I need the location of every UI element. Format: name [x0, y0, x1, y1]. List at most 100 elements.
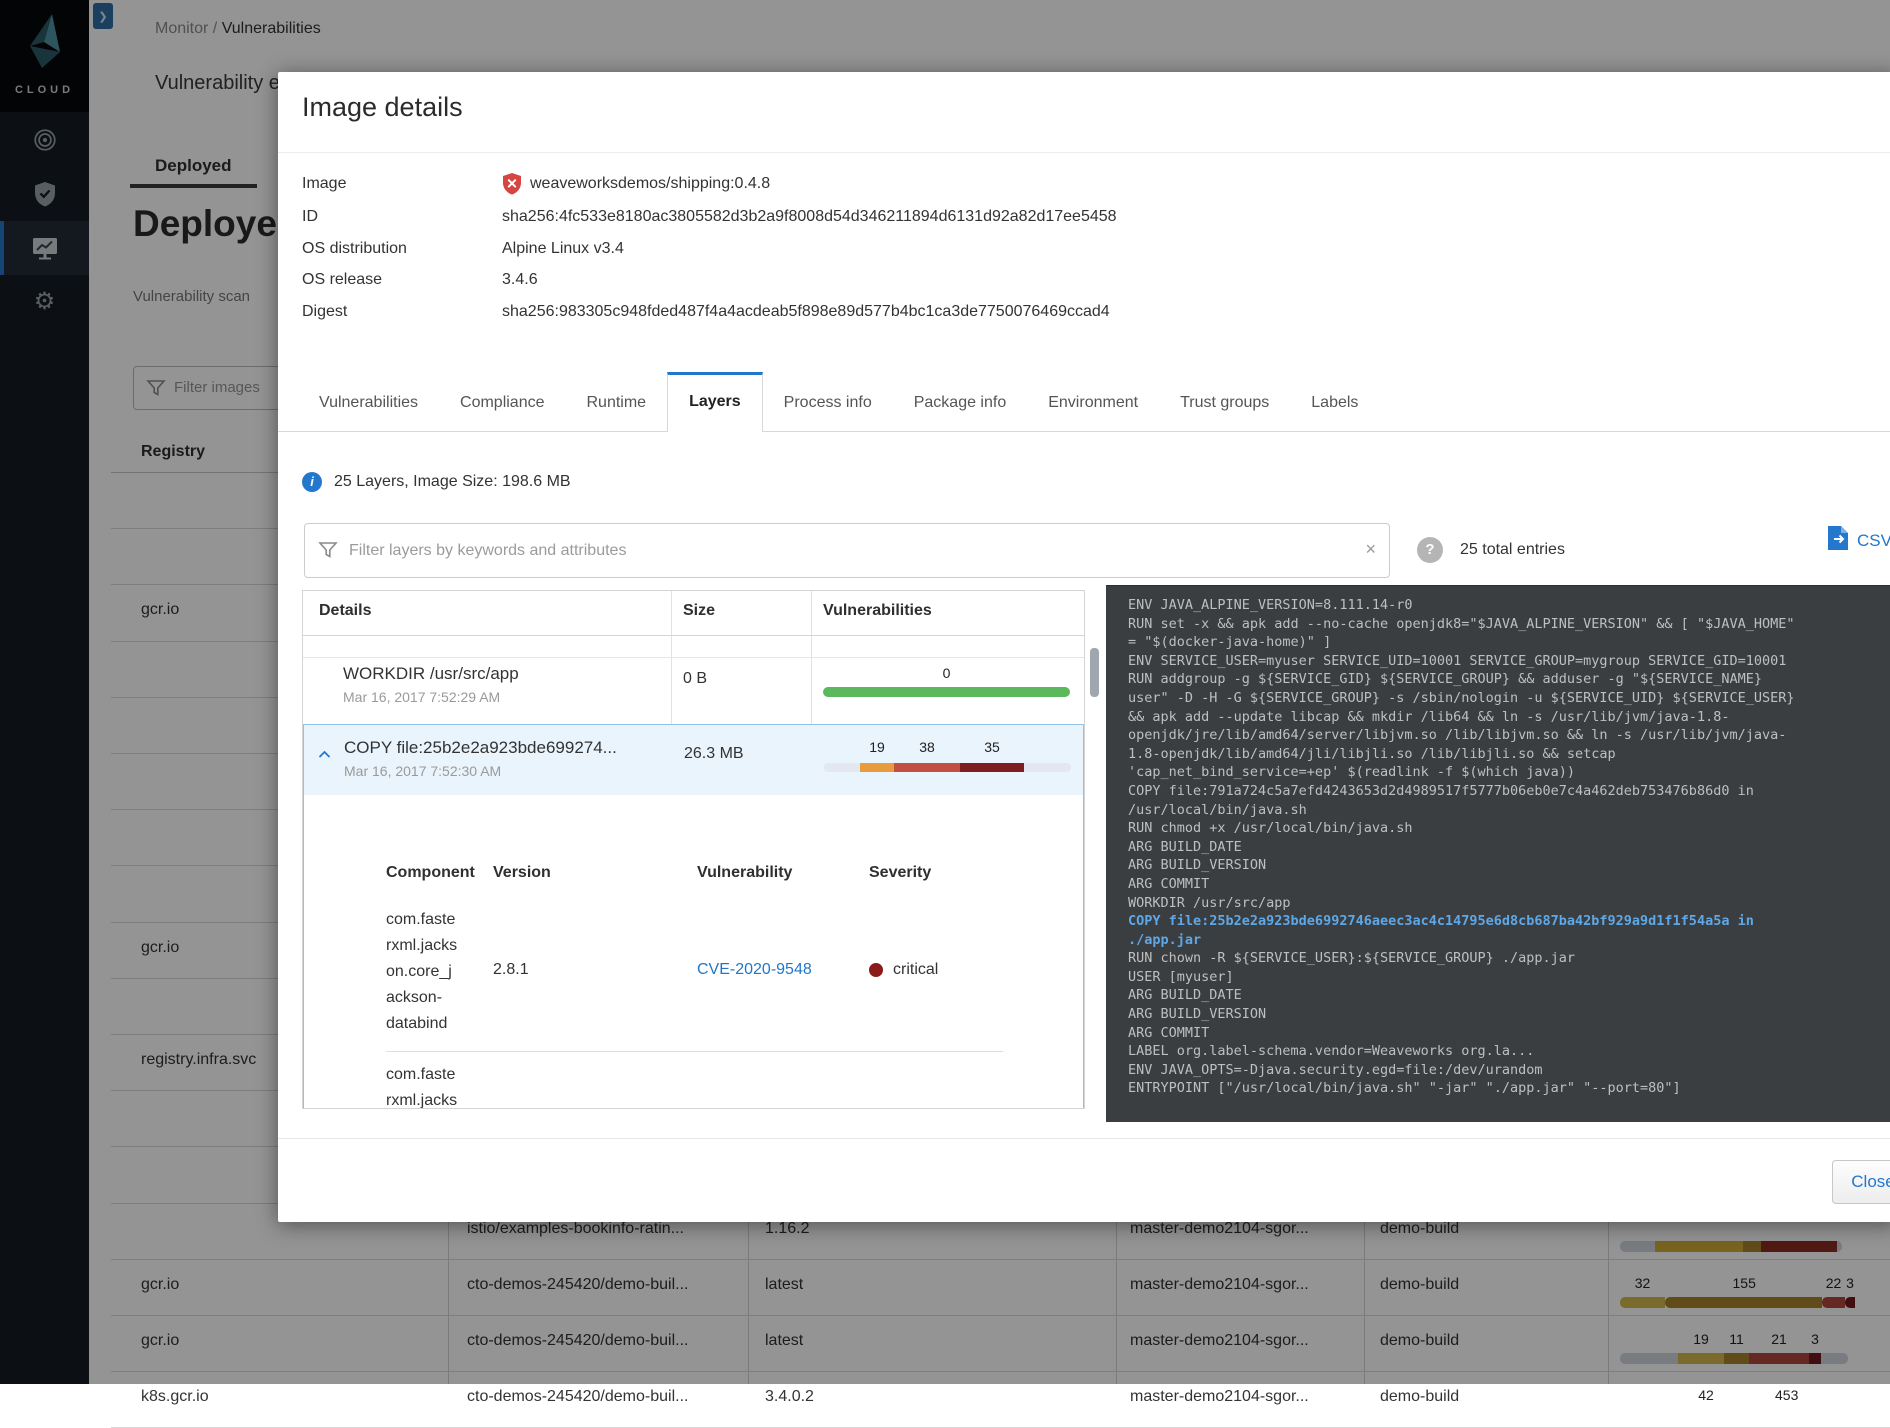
dockerfile-panel: ENV JAVA_ALPINE_VERSION=8.111.14-r0RUN s… — [1106, 585, 1890, 1122]
component-name-line: com.faste — [386, 907, 496, 933]
dockerfile-line: COPY file:791a724c5a7efd4243653d2d498951… — [1128, 782, 1890, 801]
help-icon[interactable]: ? — [1417, 537, 1443, 563]
filter-layers-field: × — [304, 523, 1390, 578]
tab-labels[interactable]: Labels — [1290, 375, 1379, 431]
cell-cluster: master-demo2104-sgor... — [1130, 1388, 1309, 1406]
tab-vulnerabilities[interactable]: Vulnerabilities — [298, 375, 439, 431]
component-name-line: ackson- — [386, 985, 496, 1011]
dockerfile-line: RUN addgroup -g ${SERVICE_GID} ${SERVICE… — [1128, 670, 1890, 689]
total-entries-label: 25 total entries — [1460, 541, 1565, 559]
field-label: Digest — [302, 303, 347, 321]
chevron-up-icon[interactable] — [318, 746, 331, 764]
dockerfile-line: 1.8-openjdk/lib/amd64/jli/libjli.so /lib… — [1128, 745, 1890, 764]
component-name: com.fasterxml.jackson.core_jackson-datab… — [386, 907, 496, 1037]
close-button[interactable]: Close — [1832, 1160, 1890, 1204]
dockerfile-line: WORKDIR /usr/src/app — [1128, 894, 1890, 913]
dockerfile-line: USER [myuser] — [1128, 968, 1890, 987]
clear-filter-icon[interactable]: × — [1365, 539, 1376, 560]
dockerfile-line: ARG COMMIT — [1128, 875, 1890, 894]
vuln-count: 19 — [866, 739, 888, 755]
modal-tab-bar: VulnerabilitiesComplianceRuntimeLayersPr… — [278, 375, 1890, 432]
vuln-bar-clean — [823, 687, 1070, 697]
dockerfile-line: user" -D -H -G ${SERVICE_GROUP} -s /sbin… — [1128, 689, 1890, 708]
column-header-component: Component — [386, 864, 475, 882]
dockerfile-line: ARG COMMIT — [1128, 1024, 1890, 1043]
field-value: weaveworksdemos/shipping:0.4.8 — [530, 175, 770, 193]
severity-label: critical — [893, 961, 938, 979]
layers-table: Details Size Vulnerabilities WORKDIR /us… — [302, 590, 1085, 1109]
dockerfile-line: = "$(docker-java-home)" ] — [1128, 633, 1890, 652]
field-value: Alpine Linux v3.4 — [502, 240, 624, 258]
tab-environment[interactable]: Environment — [1027, 375, 1159, 431]
layers-summary: 25 Layers, Image Size: 198.6 MB — [334, 473, 571, 491]
vuln-bar-segment — [960, 763, 1024, 772]
column-header-size[interactable]: Size — [683, 602, 715, 620]
component-version: 2.8.1 — [493, 961, 529, 979]
modal-title: Image details — [302, 92, 463, 123]
tab-layers[interactable]: Layers — [667, 372, 763, 432]
vuln-count: 453 — [1775, 1387, 1797, 1403]
field-label: OS distribution — [302, 240, 407, 258]
column-header-severity: Severity — [869, 864, 931, 882]
tab-package-info[interactable]: Package info — [893, 375, 1028, 431]
dockerfile-line: COPY file:25b2e2a923bde6992746aeec3ac4c1… — [1128, 912, 1890, 931]
info-icon: i — [302, 472, 322, 492]
vuln-bar-stacked — [824, 763, 1071, 772]
component-name-line: on.core_j — [386, 959, 496, 985]
field-value: sha256:983305c948fded487f4a4acdeab5f898e… — [502, 303, 1110, 321]
field-value: 3.4.6 — [502, 271, 538, 289]
column-header-vulnerability: Vulnerability — [697, 864, 792, 882]
dockerfile-line: RUN chown -R ${SERVICE_USER}:${SERVICE_G… — [1128, 949, 1890, 968]
dockerfile-line: ARG BUILD_DATE — [1128, 838, 1890, 857]
field-value: sha256:4fc533e8180ac3805582d3b2a9f8008d5… — [502, 208, 1117, 226]
vuln-count: 38 — [916, 739, 938, 755]
funnel-icon — [318, 540, 338, 565]
cve-link[interactable]: CVE-2020-9548 — [697, 961, 812, 979]
column-header-version: Version — [493, 864, 551, 882]
filter-layers-input[interactable] — [304, 523, 1390, 578]
export-csv-icon — [1827, 525, 1849, 556]
export-csv-button[interactable]: CSV — [1827, 525, 1890, 556]
cell-repository: cto-demos-245420/demo-buil... — [467, 1388, 688, 1406]
cell-tag: 3.4.0.2 — [765, 1388, 814, 1406]
dockerfile-line: RUN chmod +x /usr/local/bin/java.sh — [1128, 819, 1890, 838]
dockerfile-line: ARG BUILD_VERSION — [1128, 1005, 1890, 1024]
dockerfile-line: && apk add --update libcap && mkdir /lib… — [1128, 708, 1890, 727]
column-header-vulnerabilities[interactable]: Vulnerabilities — [823, 602, 932, 620]
field-label: Image — [302, 175, 346, 193]
field-label: OS release — [302, 271, 382, 289]
component-name-line: rxml.jacks — [386, 933, 496, 959]
vuln-count: 42 — [1695, 1387, 1717, 1403]
component-name-line: rxml.jacks — [386, 1088, 496, 1109]
vuln-bar-segment — [860, 763, 894, 772]
cell-registry: k8s.gcr.io — [141, 1388, 209, 1406]
severity-dot-critical — [869, 963, 883, 977]
layer-row-copy-expanded[interactable]: COPY file:25b2e2a923bde699274... Mar 16,… — [303, 724, 1084, 1109]
dockerfile-line: ENTRYPOINT ["/usr/local/bin/java.sh" "-j… — [1128, 1079, 1890, 1098]
vuln-count: 0 — [823, 665, 1070, 681]
tab-process-info[interactable]: Process info — [763, 375, 893, 431]
dockerfile-line: ARG BUILD_VERSION — [1128, 856, 1890, 875]
vuln-count: 35 — [981, 739, 1003, 755]
tab-trust-groups[interactable]: Trust groups — [1159, 375, 1290, 431]
cell-namespace: demo-build — [1380, 1388, 1459, 1406]
table-scrollbar[interactable] — [1090, 648, 1099, 697]
dockerfile-line: LABEL org.label-schema.vendor=Weaveworks… — [1128, 1042, 1890, 1061]
vuln-bar-segment — [894, 763, 960, 772]
component-name: com.fasterxml.jacks — [386, 1062, 496, 1109]
vulnerable-shield-icon — [502, 173, 522, 200]
column-header-details[interactable]: Details — [319, 602, 371, 620]
tab-compliance[interactable]: Compliance — [439, 375, 565, 431]
component-name-line: com.faste — [386, 1062, 496, 1088]
dockerfile-line: ./app.jar — [1128, 931, 1890, 950]
component-name-line: databind — [386, 1011, 496, 1037]
field-label: ID — [302, 208, 318, 226]
dockerfile-line: ENV JAVA_OPTS=-Djava.security.egd=file:/… — [1128, 1061, 1890, 1080]
dockerfile-line: 'cap_net_bind_service=+ep' $(readlink -f… — [1128, 763, 1890, 782]
tab-runtime[interactable]: Runtime — [566, 375, 668, 431]
export-csv-label: CSV — [1857, 531, 1890, 551]
dockerfile-line: ARG BUILD_DATE — [1128, 986, 1890, 1005]
dockerfile-line: RUN set -x && apk add --no-cache openjdk… — [1128, 615, 1890, 634]
dockerfile-line: ENV JAVA_ALPINE_VERSION=8.111.14-r0 — [1128, 596, 1890, 615]
dockerfile-line: openjdk/jre/lib/amd64/server/libjvm.so /… — [1128, 726, 1890, 745]
